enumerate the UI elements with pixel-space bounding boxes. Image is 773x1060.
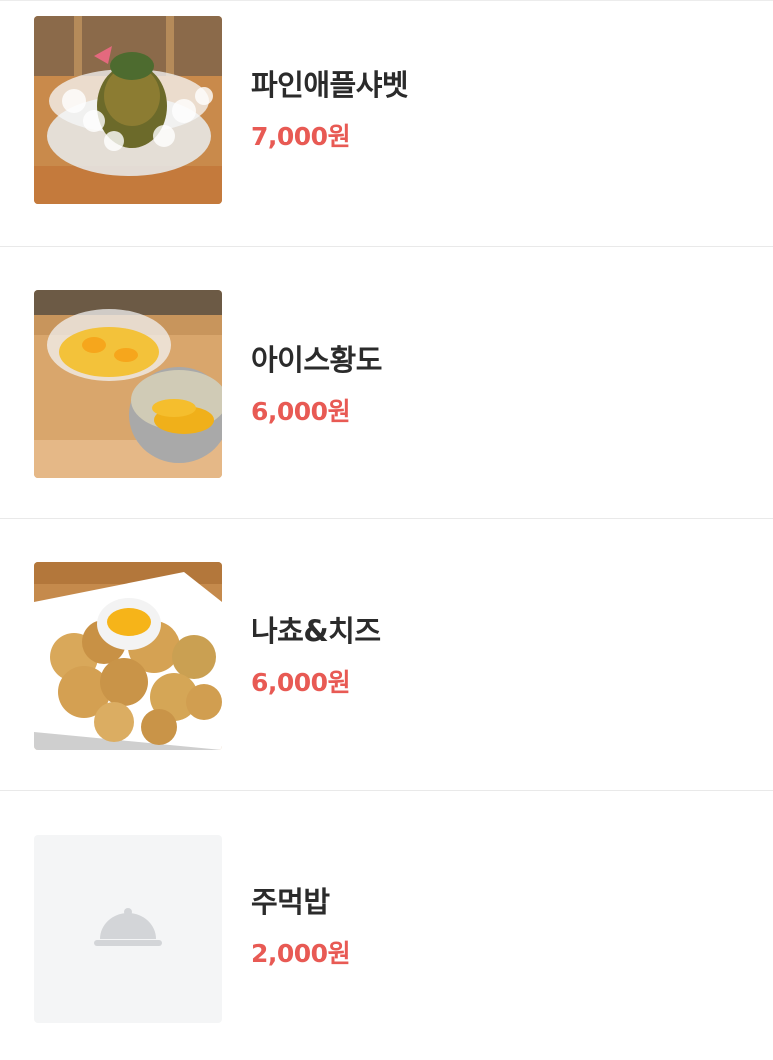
menu-item-name: 아이스황도: [251, 343, 382, 377]
menu-item-info: 아이스황도 6,000원: [251, 343, 382, 427]
cloche-icon: [94, 908, 162, 946]
pineapple-sherbet-image: [34, 16, 222, 204]
menu-item-name: 파인애플샤벳: [251, 68, 409, 102]
menu-item-price: 2,000원: [251, 939, 351, 968]
nachos-cheese-image: [34, 562, 222, 750]
pineapple-sherbet-photo[interactable]: [34, 16, 222, 204]
menu-item-rice-ball[interactable]: 주먹밥 2,000원: [0, 792, 773, 1060]
menu-item-nachos-cheese[interactable]: 나쵸&치즈 6,000원: [0, 519, 773, 791]
menu-item-price: 7,000원: [251, 122, 351, 151]
menu-item-price: 6,000원: [251, 397, 351, 426]
rice-ball-placeholder-image[interactable]: [34, 835, 222, 1023]
menu-item-info: 주먹밥 2,000원: [251, 885, 351, 969]
menu-item-price: 6,000원: [251, 668, 351, 697]
menu-item-info: 파인애플샤벳 7,000원: [251, 68, 409, 152]
menu-item-name: 주먹밥: [251, 885, 330, 919]
iced-yellow-peach-image: [34, 290, 222, 478]
menu-item-pineapple-sherbet[interactable]: 파인애플샤벳 7,000원: [0, 0, 773, 247]
iced-yellow-peach-photo[interactable]: [34, 290, 222, 478]
menu-item-name: 나쵸&치즈: [251, 614, 381, 648]
menu-item-iced-yellow-peach[interactable]: 아이스황도 6,000원: [0, 247, 773, 519]
nachos-cheese-photo[interactable]: [34, 562, 222, 750]
menu-list: 파인애플샤벳 7,000원 아이스황도 6,000원 나쵸&치즈 6,000원 …: [0, 0, 773, 1060]
menu-item-info: 나쵸&치즈 6,000원: [251, 614, 381, 698]
